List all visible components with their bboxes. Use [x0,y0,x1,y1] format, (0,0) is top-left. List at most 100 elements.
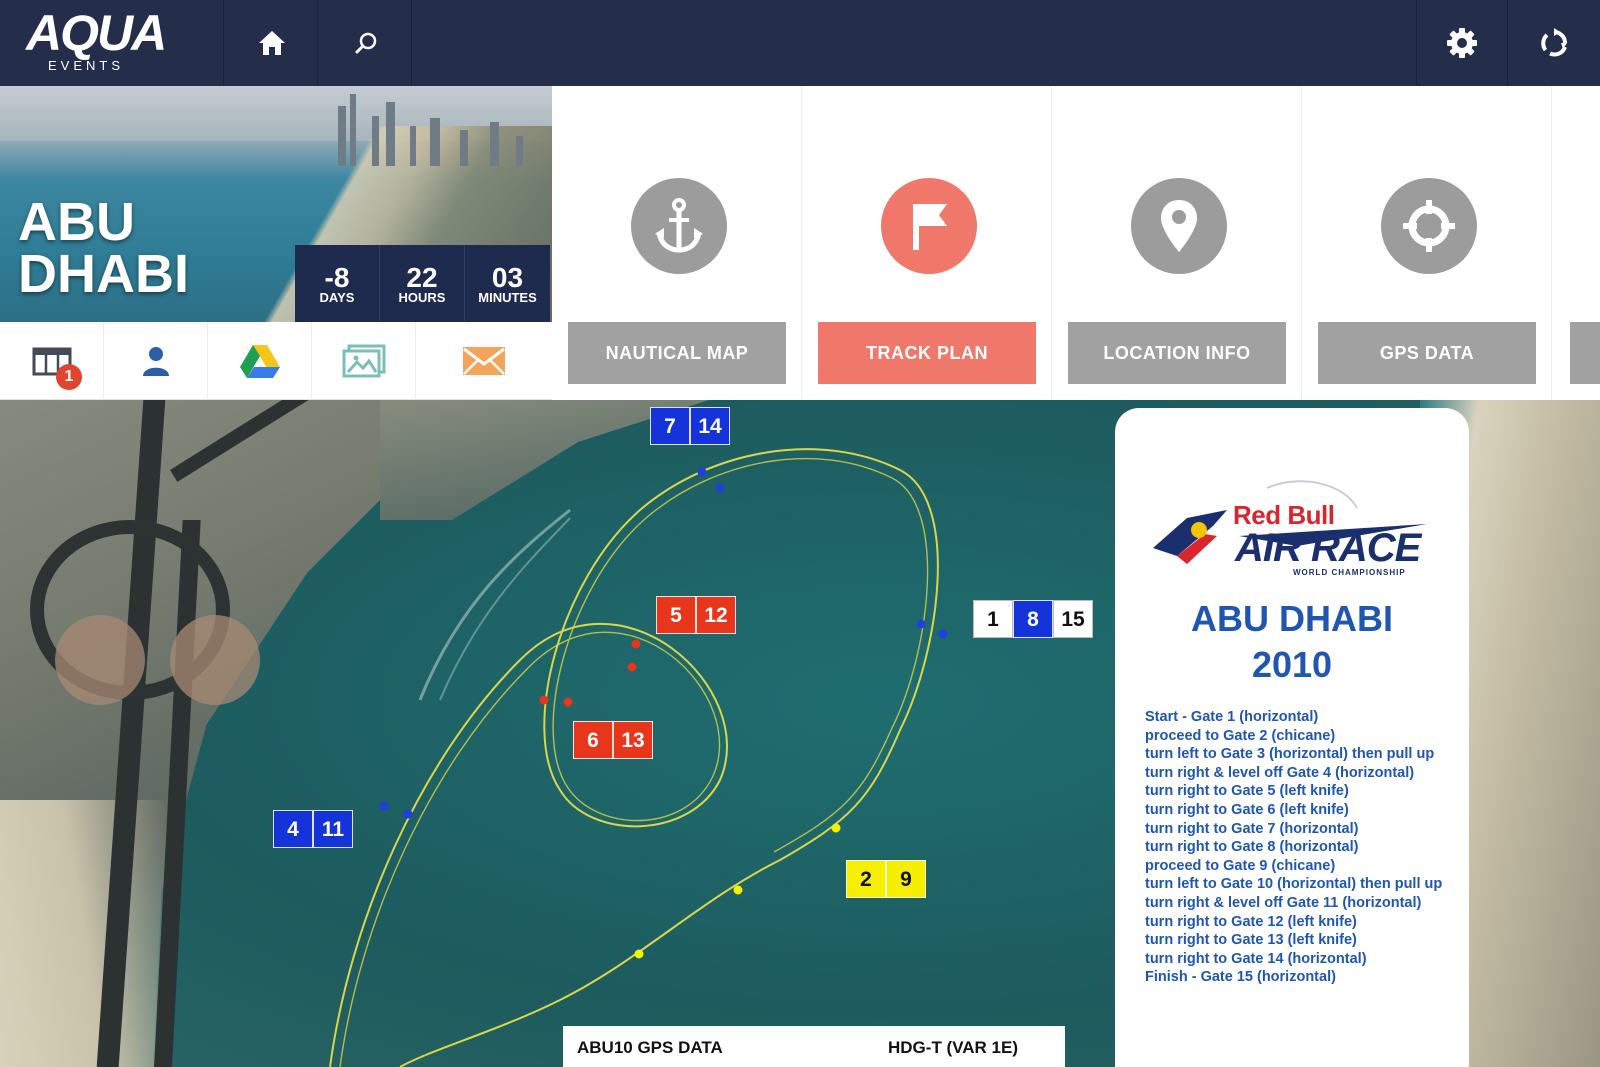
settings-button[interactable] [1416,0,1508,86]
sync-button[interactable] [1508,0,1600,86]
pylon-red [631,639,641,649]
google-drive-icon [239,345,280,378]
gate-number: 7 [650,407,690,445]
gate-number: 1 [973,600,1013,638]
calendar-badge: 1 [56,364,82,390]
search-icon [355,32,376,54]
profile-button[interactable] [104,322,208,400]
pylon-blue [379,801,389,811]
gate-number: 11 [313,810,353,848]
gate-number: 13 [613,721,653,759]
hero-skyline [290,86,552,166]
track-step: proceed to Gate 9 (chicane) [1145,857,1336,874]
track-step: turn right & level off Gate 4 (horizonta… [1145,764,1415,781]
track-step: turn right to Gate 12 (left knife) [1145,913,1357,930]
track-step: turn right to Gate 6 (left knife) [1145,801,1349,818]
track-step: Finish - Gate 15 (horizontal) [1145,969,1336,986]
user-icon [142,347,169,376]
gate-number: 2 [846,860,886,898]
countdown-hours: 22 HOURS [380,245,465,322]
pylon-blue [715,483,725,493]
air-race-text: AIR RACE [1235,526,1421,570]
track-step: turn right to Gate 7 (horizontal) [1145,820,1359,837]
event-info-card: Red Bull AIR RACE WORLD CHAMPIONSHIP ABU… [1115,408,1469,1067]
hero-banner: ABU DHABI -8 DAYS 22 HOURS 03 MINUTES [0,86,552,322]
track-step: Start - Gate 1 (horizontal) [1145,709,1319,725]
pylon-red [563,697,573,707]
tile-track-plan-label: TRACK PLAN [818,322,1036,384]
aqua-events-logo[interactable]: AQUA EVENTS [0,0,224,86]
gate-label-7-14[interactable]: 7 14 [650,407,730,445]
gps-panel-title: ABU10 GPS DATA [577,1038,723,1057]
hero-title-line2: DHABI [18,244,189,304]
home-icon [258,31,285,55]
pylon-yellow [733,885,743,895]
gate-number: 4 [273,810,313,848]
gps-heading-label: HDG-T (VAR 1E) [888,1038,1019,1057]
google-drive-button[interactable] [208,322,312,400]
countdown-days: -8 DAYS [295,245,380,322]
track-step: turn right to Gate 13 (left knife) [1145,932,1357,949]
countdown-hours-unit: HOURS [398,290,446,305]
countdown: -8 DAYS 22 HOURS 03 MINUTES [295,245,552,322]
tile-track-plan[interactable]: TRACK PLAN [802,86,1052,400]
mail-icon [463,347,505,375]
pylon-yellow [634,949,644,959]
location-pin-icon [1161,200,1197,252]
tile-next-partial[interactable] [1570,322,1600,384]
track-map[interactable]: 7 14 5 12 1 8 15 6 13 4 11 2 9 Red Bull … [0,400,1600,1067]
hero-title: ABU DHABI [18,195,189,304]
tile-gps-data[interactable]: GPS DATA [1302,86,1552,400]
gate-label-4-11[interactable]: 4 11 [273,810,353,848]
gps-data-panel[interactable]: ABU10 GPS DATA HDG-T (VAR 1E) [563,1026,1065,1067]
track-step: turn right to Gate 8 (horizontal) [1145,839,1359,856]
track-step: turn left to Gate 3 (horizontal) then pu… [1145,746,1435,763]
track-path-inner [339,457,929,1067]
track-step: turn right to Gate 14 (horizontal) [1145,950,1367,967]
tile-nautical-map-circle [631,178,727,274]
logo-text: AQUA [26,5,167,61]
gate-number: 14 [690,407,730,445]
gallery-button[interactable] [312,322,416,400]
card-title-line2: 2010 [1251,644,1333,685]
gate-number: 5 [656,596,696,634]
pylon-yellow [831,823,841,833]
gate-number: 6 [573,721,613,759]
gate-number: 12 [696,596,736,634]
track-step: turn right & level off Gate 11 (horizont… [1145,894,1422,911]
countdown-minutes-unit: MINUTES [478,290,537,305]
countdown-days-value: -8 [324,262,350,293]
search-button[interactable] [320,0,412,86]
mail-button[interactable] [416,322,552,400]
tile-track-plan-circle [881,178,977,274]
flag-icon [913,204,947,250]
home-button[interactable] [226,0,318,86]
tile-nautical-map[interactable]: NAUTICAL MAP [552,86,802,400]
pylon-blue [403,809,413,819]
card-title: ABU DHABI 2010 [1115,596,1469,688]
gate-label-5-12[interactable]: 5 12 [656,596,736,634]
gate-number: 8 [1013,600,1053,638]
calendar-button[interactable]: 1 [0,322,104,400]
gallery-icon [342,344,385,378]
quick-actions: 1 [0,322,552,400]
pylon-red [627,662,637,672]
logo-subtext: EVENTS [48,58,125,73]
gate-number: 9 [886,860,926,898]
gate-label-1-8-15[interactable]: 1 8 15 [973,600,1093,638]
crosshair-icon [1403,200,1455,252]
pylon-red [539,695,549,705]
countdown-hours-value: 22 [406,262,438,293]
tile-nautical-map-label: NAUTICAL MAP [568,322,786,384]
tile-gps-data-circle [1381,178,1477,274]
anchor-icon [655,198,703,253]
gate-label-6-13[interactable]: 6 13 [573,721,653,759]
top-bar: AQUA EVENTS [0,0,1600,86]
sync-icon [1541,28,1567,57]
tile-location-info[interactable]: LOCATION INFO [1052,86,1302,400]
track-step: proceed to Gate 2 (chicane) [1145,727,1336,744]
gate-label-2-9[interactable]: 2 9 [846,860,926,898]
track-step: turn right to Gate 5 (left knife) [1145,783,1349,800]
pylon-blue [697,467,707,477]
tile-location-info-label: LOCATION INFO [1068,322,1286,384]
